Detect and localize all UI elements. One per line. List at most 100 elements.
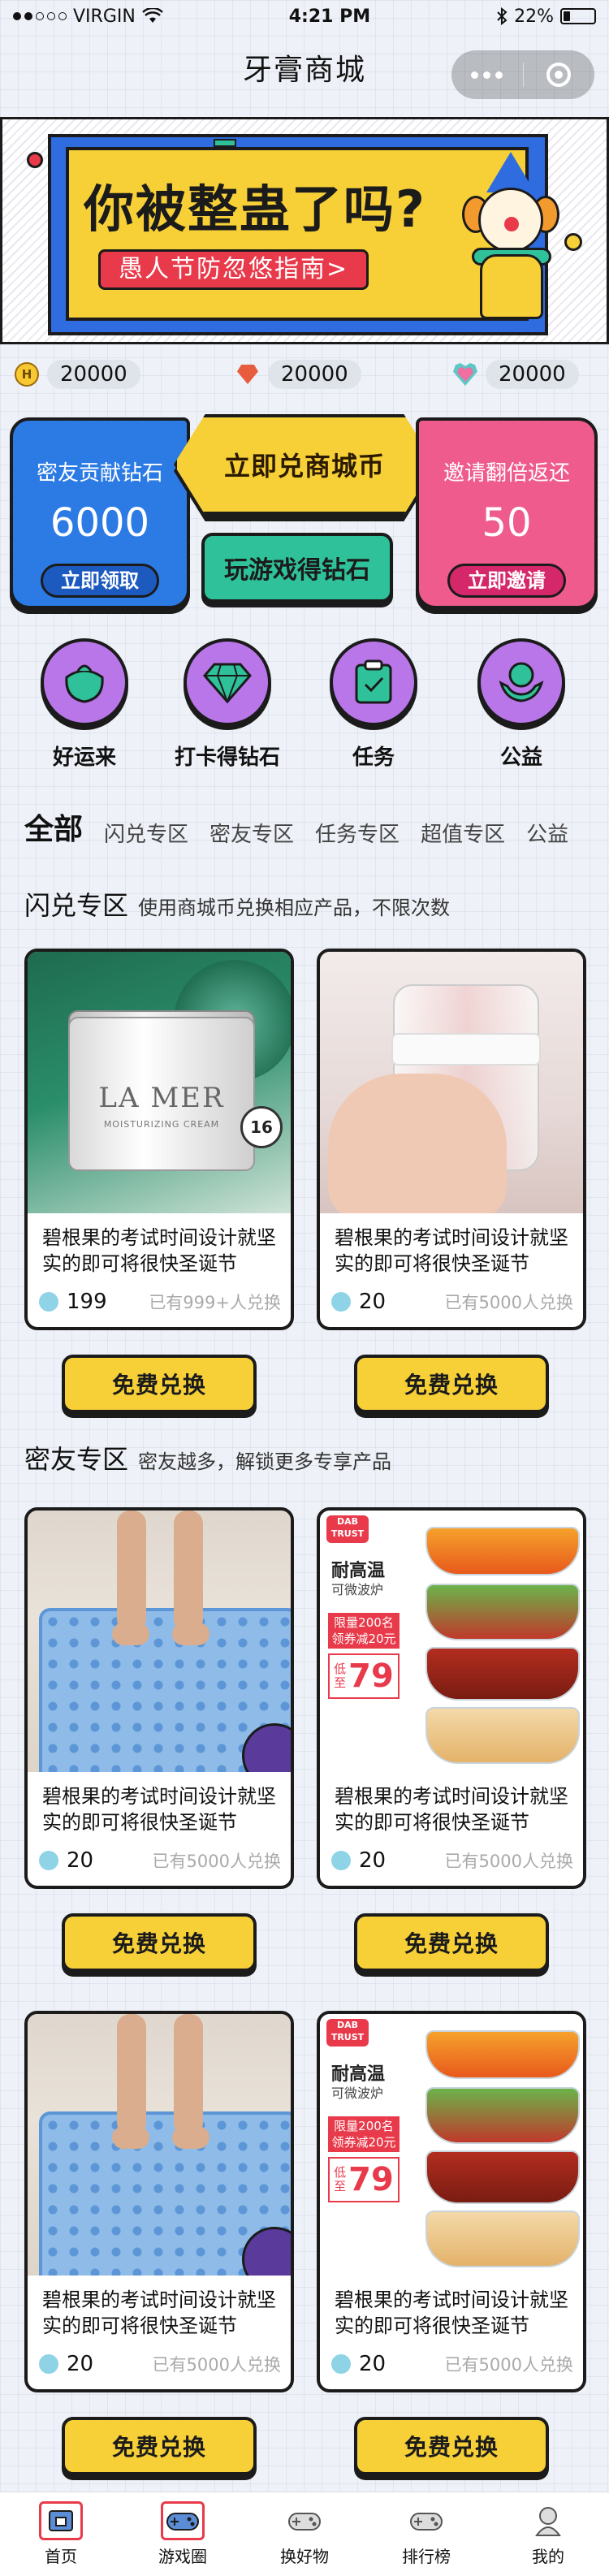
product-image: DAB TRUST 耐高温 可微波炉 限量200名 领券减20元 低至 79 (320, 1511, 583, 1772)
free-redeem-button[interactable]: 免费兑换 (354, 1913, 549, 1972)
free-redeem-button[interactable]: 免费兑换 (62, 1913, 257, 1972)
tabbar-home[interactable]: 首页 (0, 2492, 122, 2576)
heart-icon (451, 361, 479, 388)
carrier-label: VIRGIN (73, 6, 136, 27)
tabbar-me[interactable]: 我的 (487, 2492, 609, 2576)
tab-tasks[interactable]: 任务专区 (315, 818, 400, 853)
friend-diamond-card: 密友贡献钻石 6000 立即领取 (10, 417, 190, 609)
product-card[interactable]: LA MER MOISTURIZING CREAM 16 碧根果的考试时间设计就… (24, 949, 294, 1330)
product-title: 碧根果的考试时间设计就坚实的即可将很快圣诞节 (335, 1785, 568, 1834)
coin-dot-icon (331, 2354, 351, 2374)
section-desc: 使用商城币兑换相应产品，不限次数 (138, 897, 451, 919)
product-image (28, 1511, 291, 1772)
coin-balance: H 20000 (13, 357, 140, 391)
product-image: LA MER MOISTURIZING CREAM 16 (28, 952, 291, 1213)
tab-friends[interactable]: 密友专区 (209, 818, 294, 853)
redeem-count: 已有5000人兑换 (444, 1293, 573, 1312)
free-redeem-button[interactable]: 免费兑换 (354, 2417, 549, 2475)
play-games-button[interactable]: 玩游戏得钻石 (201, 533, 393, 603)
product-price: 20 (67, 2352, 94, 2376)
section-flash-header: 闪兑专区 使用商城币兑换相应产品，不限次数 (24, 885, 450, 923)
signal-icon (13, 12, 67, 20)
product-card[interactable]: DAB TRUST 耐高温 可微波炉 限量200名 领券减20元 低至 79 碧根… (317, 2011, 586, 2392)
banner-headline: 你被整蛊了吗? (84, 179, 426, 239)
heart-balance: 20000 (451, 357, 579, 391)
free-redeem-button[interactable]: 免费兑换 (62, 2417, 257, 2475)
shortcut-charity[interactable]: 公益 (464, 638, 578, 771)
redeem-coins-button[interactable]: 立即兑商城币 (174, 414, 435, 515)
battery-icon (559, 8, 596, 24)
redeem-count: 已有999+人兑换 (149, 1293, 281, 1312)
product-image: DAB TRUST 耐高温 可微波炉 限量200名 领券减20元 低至 79 (320, 2014, 583, 2276)
product-title: 碧根果的考试时间设计就坚实的即可将很快圣诞节 (335, 1226, 568, 1275)
coin-dot-icon (39, 1292, 58, 1312)
product-price: 20 (67, 1848, 94, 1873)
clown-illustration (462, 152, 559, 339)
product-price: 20 (359, 1848, 387, 1873)
invite-value: 50 (482, 500, 532, 546)
diamond-icon (234, 361, 261, 388)
category-tabs: 全部 闪兑专区 密友专区 任务专区 超值专区 公益 (0, 814, 609, 853)
home-icon (39, 2501, 83, 2540)
product-price: 20 (359, 2352, 387, 2376)
tabbar-ranking[interactable]: 排行榜 (365, 2492, 487, 2576)
tabbar-games[interactable]: 游戏圈 (122, 2492, 244, 2576)
more-icon[interactable] (451, 71, 523, 79)
tab-flash[interactable]: 闪兑专区 (104, 818, 188, 853)
redeem-count: 已有5000人兑换 (444, 2355, 573, 2375)
claim-button[interactable]: 立即领取 (41, 564, 159, 598)
nav-bar: 牙膏商城 (0, 32, 609, 102)
product-card[interactable]: 碧根果的考试时间设计就坚实的即可将很快圣诞节 20 已有5000人兑换 (24, 2011, 294, 2392)
clock: 4:21 PM (288, 6, 371, 27)
tab-all[interactable]: 全部 (24, 814, 83, 853)
free-redeem-button[interactable]: 免费兑换 (354, 1355, 549, 1413)
product-card[interactable]: 碧根果的考试时间设计就坚实的即可将很快圣诞节 20 已有5000人兑换 (317, 949, 586, 1330)
invite-card: 邀请翻倍返还 50 立即邀请 (416, 417, 598, 609)
shortcut-grid: 好运来 打卡得钻石 任务 公益 (0, 638, 609, 784)
product-price: 20 (359, 1290, 387, 1314)
banner-subline[interactable]: 愚人节防忽悠指南> (98, 249, 369, 290)
gamepad-icon (161, 2501, 205, 2540)
product-title: 碧根果的考试时间设计就坚实的即可将很快圣诞节 (42, 2289, 276, 2337)
coin-dot-icon (39, 1851, 58, 1870)
diamond-balance: 20000 (234, 357, 361, 391)
product-card[interactable]: DAB TRUST 耐高温 可微波炉 限量200名 领券减20元 低至 79 碧根… (317, 1507, 586, 1889)
redeem-count: 已有5000人兑换 (152, 2355, 281, 2375)
bottom-tab-bar: 首页 游戏圈 换好物 排行榜 我的 (0, 2492, 609, 2576)
coin-dot-icon (39, 2354, 58, 2374)
product-title: 碧根果的考试时间设计就坚实的即可将很快圣诞节 (42, 1226, 276, 1275)
product-price: 199 (67, 1290, 107, 1314)
invite-button[interactable]: 立即邀请 (447, 564, 566, 598)
bluetooth-icon (497, 7, 508, 25)
battery-percent: 22% (514, 6, 554, 27)
shortcut-checkin[interactable]: 打卡得钻石 (171, 638, 284, 771)
product-title: 碧根果的考试时间设计就坚实的即可将很快圣诞节 (42, 1785, 276, 1834)
shortcut-tasks[interactable]: 任务 (317, 638, 430, 771)
friend-diamond-value: 6000 (50, 500, 150, 546)
shortcut-good-luck[interactable]: 好运来 (28, 638, 141, 771)
tabbar-exchange[interactable]: 换好物 (244, 2492, 365, 2576)
fruit-icon (41, 638, 128, 726)
gamepad-icon (404, 2501, 448, 2540)
diamond-icon (184, 638, 271, 726)
coin-icon: H (13, 361, 41, 388)
promo-banner[interactable]: 你被整蛊了吗? 愚人节防忽悠指南> (0, 117, 609, 344)
balance-row: H 20000 20000 20000 (0, 357, 609, 395)
coin-dot-icon (331, 1292, 351, 1312)
tab-charity[interactable]: 公益 (526, 818, 568, 853)
tab-value[interactable]: 超值专区 (421, 818, 505, 853)
coin-dot-icon (331, 1851, 351, 1870)
section-title: 密友专区 (24, 1444, 129, 1475)
gamepad-icon (283, 2501, 326, 2540)
free-redeem-button[interactable]: 免费兑换 (62, 1355, 257, 1413)
mini-program-capsule (451, 50, 594, 99)
hands-heart-icon (477, 638, 565, 726)
page-title: 牙膏商城 (242, 54, 366, 87)
product-card[interactable]: 碧根果的考试时间设计就坚实的即可将很快圣诞节 20 已有5000人兑换 (24, 1507, 294, 1889)
product-image (28, 2014, 291, 2276)
close-icon[interactable] (524, 63, 595, 87)
redeem-count: 已有5000人兑换 (152, 1852, 281, 1871)
product-title: 碧根果的考试时间设计就坚实的即可将很快圣诞节 (335, 2289, 568, 2337)
redeem-count: 已有5000人兑换 (444, 1852, 573, 1871)
user-icon (526, 2501, 570, 2540)
